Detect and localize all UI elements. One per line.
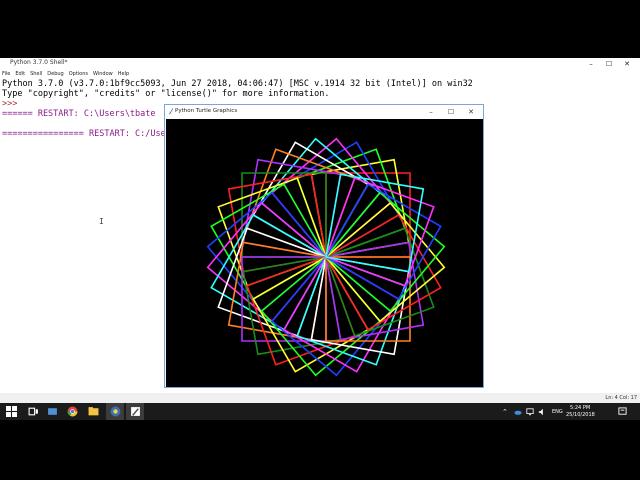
idle-taskbar-item[interactable]: [106, 403, 124, 420]
pen-icon: [131, 407, 140, 416]
input-language[interactable]: ENG: [552, 409, 563, 415]
windows-start-icon[interactable]: [6, 406, 17, 417]
onedrive-icon[interactable]: [514, 408, 522, 416]
menu-window[interactable]: Window: [93, 70, 113, 79]
turtle-graphics-window: Python Turtle Graphics – ☐ ✕: [164, 104, 484, 388]
explorer-app-icon[interactable]: [47, 406, 58, 417]
menu-file[interactable]: File: [2, 70, 10, 79]
close-button[interactable]: ✕: [618, 58, 636, 70]
shell-title: Python 3.7.0 Shell*: [10, 59, 68, 66]
shell-prompt: >>>: [2, 99, 18, 109]
chrome-icon[interactable]: [67, 406, 78, 417]
turtle-maximize-button[interactable]: ☐: [441, 105, 461, 119]
menu-shell[interactable]: Shell: [30, 70, 42, 79]
clock-date[interactable]: 25/10/2018: [566, 412, 595, 418]
menu-options[interactable]: Options: [69, 70, 88, 79]
shell-line-info: Type "copyright", "credits" or "license(…: [2, 89, 330, 99]
menu-help[interactable]: Help: [118, 70, 129, 79]
notification-icon[interactable]: [618, 407, 627, 416]
turtle-minimize-button[interactable]: –: [421, 105, 441, 119]
feather-icon: [169, 108, 173, 114]
shell-statusbar: Ln: 4 Col: 17: [0, 393, 640, 403]
task-view-icon[interactable]: [28, 406, 39, 417]
system-tray: ⌃ ENG 5:24 PM 25/10/2018: [500, 403, 640, 420]
maximize-button[interactable]: ☐: [600, 58, 618, 70]
shell-line-version: Python 3.7.0 (v3.7.0:1bf9cc5093, Jun 27 …: [2, 79, 473, 89]
turtle-close-button[interactable]: ✕: [461, 105, 481, 119]
turtle-canvas[interactable]: [166, 119, 483, 387]
turtle-window-controls: – ☐ ✕: [421, 105, 481, 119]
file-explorer-icon[interactable]: [88, 406, 99, 417]
turtle-title: Python Turtle Graphics: [175, 108, 238, 114]
python-idle-icon: [110, 406, 121, 417]
windows-taskbar: ⌃ ENG 5:24 PM 25/10/2018: [0, 403, 640, 420]
menu-edit[interactable]: Edit: [15, 70, 25, 79]
shell-menubar: File Edit Shell Debug Options Window Hel…: [0, 70, 640, 79]
square-spiral-drawing: [206, 137, 446, 377]
minimize-button[interactable]: –: [582, 58, 600, 70]
shell-restart-line: ====== RESTART: C:\Users\tbate: [2, 109, 156, 119]
shell-restart-line: ================ RESTART: C:/Use: [2, 129, 166, 139]
network-icon[interactable]: [526, 408, 534, 416]
turtle-titlebar[interactable]: Python Turtle Graphics – ☐ ✕: [165, 105, 483, 119]
shell-window-controls: – ☐ ✕: [582, 58, 636, 70]
turtle-taskbar-item[interactable]: [126, 403, 144, 420]
cursor-position: Ln: 4 Col: 17: [605, 395, 637, 401]
menu-debug[interactable]: Debug: [47, 70, 63, 79]
volume-icon[interactable]: [538, 408, 546, 416]
clock-time[interactable]: 5:24 PM: [570, 405, 590, 411]
people-icon[interactable]: ⌃: [502, 408, 508, 416]
text-cursor-icon: I: [99, 217, 104, 226]
